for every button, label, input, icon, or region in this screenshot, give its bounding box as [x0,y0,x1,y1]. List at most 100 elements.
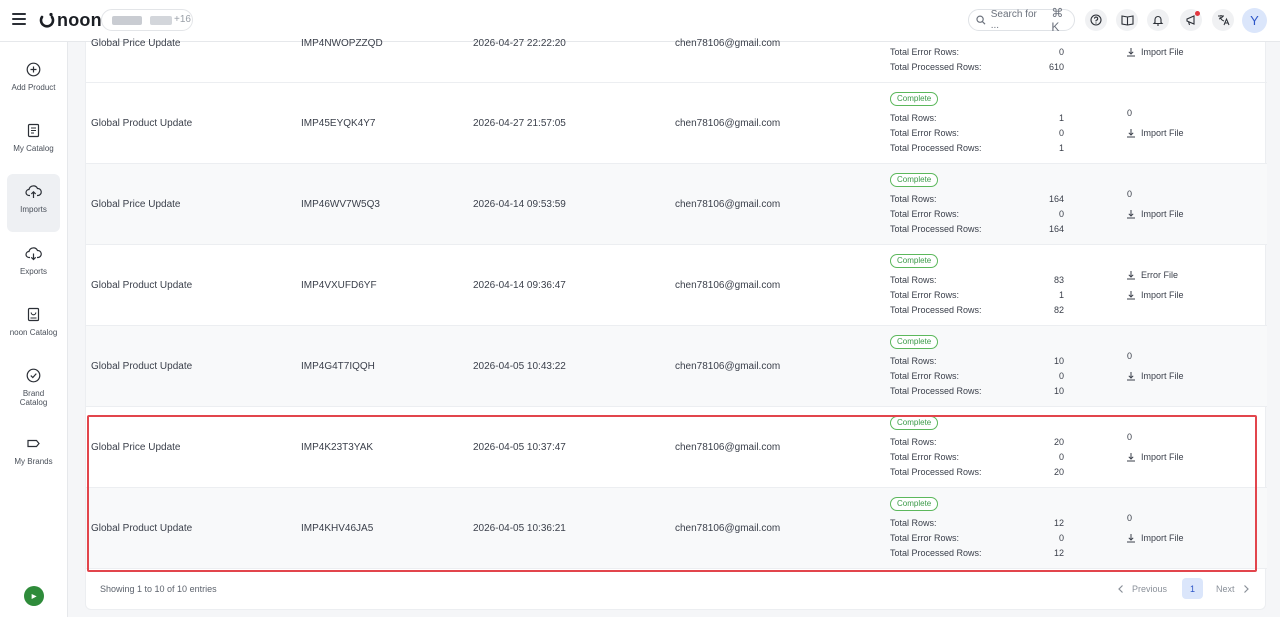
import-id[interactable]: IMP4K23T3YAK [301,442,373,453]
total-error-rows-value: 0 [1058,533,1064,543]
import-date: 2026-04-14 09:53:59 [473,199,566,210]
total-error-rows-label: Total Error Rows: [890,128,960,138]
total-error-rows-label: Total Error Rows: [890,209,960,219]
import-date: 2026-04-27 21:57:05 [473,118,566,129]
import-file-link[interactable]: Import File [1126,290,1184,300]
total-error-rows-label: Total Error Rows: [890,290,960,300]
import-id[interactable]: IMP4NWOPZZQD [301,38,383,49]
import-file-link[interactable]: Import File [1126,209,1184,219]
error-count: 0 [1127,351,1133,361]
tag-icon [27,439,40,448]
table-row: Global Product Update IMP4KHV46JA5 2026-04… [86,488,1267,569]
total-error-rows-label: Total Error Rows: [890,371,960,381]
status-badge: Complete [890,497,939,511]
status-badge: Complete [890,416,939,430]
total-processed-rows-value: 10 [1053,386,1064,396]
download-icon [1127,129,1135,138]
total-error-rows-value: 0 [1058,371,1064,381]
import-date: 2026-04-27 22:22:20 [473,38,566,49]
imports-table: Global Price Update IMP4NWOPZZQD 2026-04… [85,38,1267,610]
sidebar-item-noon-catalog[interactable]: noon Catalog [7,297,60,355]
menu-icon[interactable] [12,13,26,27]
total-rows-label: Total Rows: [890,275,937,285]
table-row: Global Price Update IMP4K23T3YAK 2026-04-0… [86,407,1267,488]
status-badge: Complete [890,92,939,106]
import-file-link[interactable]: Import File [1126,533,1184,543]
table-row: Global Price Update IMP46WV7W5Q3 2026-04-1… [86,164,1267,245]
import-type: Global Product Update [91,118,193,129]
sidebar-item-label: My Brands [14,457,53,466]
sidebar-item-label: Brand Catalog [19,389,48,407]
total-processed-rows-label: Total Processed Rows: [890,143,982,153]
total-processed-rows-label: Total Processed Rows: [890,62,982,72]
download-icon [1127,291,1135,300]
chevron-left-icon [1118,584,1123,593]
sidebar-item-label: noon Catalog [9,328,58,337]
total-error-rows-value: 0 [1058,209,1064,219]
sidebar-item-brand-catalog[interactable]: Brand Catalog [7,358,60,416]
total-processed-rows-label: Total Processed Rows: [890,305,982,315]
total-error-rows-label: Total Error Rows: [890,452,960,462]
download-icon [1127,210,1135,219]
import-file-link[interactable]: Import File [1126,371,1184,381]
import-id[interactable]: IMP4VXUFD6YF [301,280,377,291]
table-row: Global Product Update IMP45EYQK4Y7 2026-04… [86,83,1267,164]
sidebar-item-my-catalog[interactable]: My Catalog [7,113,60,171]
total-rows-value: 83 [1053,275,1064,285]
error-count: 0 [1127,108,1133,118]
total-processed-rows-label: Total Processed Rows: [890,224,982,234]
chevron-right-icon [1243,584,1249,593]
import-id[interactable]: IMP4G4T7IQQH [301,361,375,372]
import-date: 2026-04-05 10:36:21 [473,523,566,534]
table-row: Global Price Update IMP4NWOPZZQD 2026-04… [86,2,1267,83]
error-count: 0 [1127,432,1133,442]
total-rows-label: Total Rows: [890,356,937,366]
import-id[interactable]: IMP45EYQK4Y7 [301,118,375,129]
total-processed-rows-value: 20 [1053,467,1064,477]
total-error-rows-value: 0 [1058,452,1064,462]
next-button[interactable]: Next [1216,578,1251,599]
sidebar-item-label: Exports [19,267,48,276]
import-file-label: Import File [1141,533,1184,543]
total-rows-value: 12 [1053,518,1064,528]
total-error-rows-value: 0 [1058,128,1064,138]
import-file-link[interactable]: Import File [1126,452,1184,462]
import-id[interactable]: IMP46WV7W5Q3 [301,199,380,210]
import-email: chen78106@gmail.com [675,442,781,453]
download-icon [1127,453,1135,462]
sidebar-item-label: Add Product [11,83,56,92]
import-type: Global Price Update [91,199,181,210]
import-email: chen78106@gmail.com [675,361,781,372]
sidebar-item-imports[interactable]: Imports [7,174,60,232]
page-button-current[interactable]: 1 [1182,578,1203,599]
import-file-label: Import File [1141,128,1184,138]
previous-button[interactable]: Previous [1116,578,1167,599]
total-rows-value: 1 [1058,113,1064,123]
table-row: Global Product Update IMP4G4T7IQQH 2026-04… [86,326,1267,407]
sidebar-item-add-product[interactable]: Add Product [7,52,60,110]
import-file-link[interactable]: Import File [1126,47,1184,57]
partner-badge-icon[interactable]: ▶ [24,586,44,606]
import-file-label: Import File [1141,209,1184,219]
error-file-link[interactable]: Error File [1126,270,1178,280]
import-file-link[interactable]: Import File [1126,128,1184,138]
sidebar-item-my-brands[interactable]: My Brands [7,426,60,484]
error-count: 0 [1127,513,1133,523]
total-rows-label: Total Rows: [890,113,937,123]
table-row: Global Product Update IMP4VXUFD6YF 2026-04… [86,245,1267,326]
total-processed-rows-label: Total Processed Rows: [890,467,982,477]
import-id[interactable]: IMP4KHV46JA5 [301,523,373,534]
sidebar: Add Product My Catalog Imports Exports n… [0,42,68,617]
total-error-rows-value: 1 [1058,290,1064,300]
total-processed-rows-value: 82 [1053,305,1064,315]
total-processed-rows-value: 164 [1048,224,1064,234]
error-count: 0 [1127,189,1133,199]
badge-check-icon [26,368,41,383]
total-error-rows-label: Total Error Rows: [890,533,960,543]
import-email: chen78106@gmail.com [675,280,781,291]
import-file-label: Import File [1141,47,1184,57]
download-icon [1127,534,1135,543]
import-type: Global Product Update [91,361,193,372]
sidebar-item-exports[interactable]: Exports [7,236,60,294]
next-label: Next [1216,583,1235,594]
